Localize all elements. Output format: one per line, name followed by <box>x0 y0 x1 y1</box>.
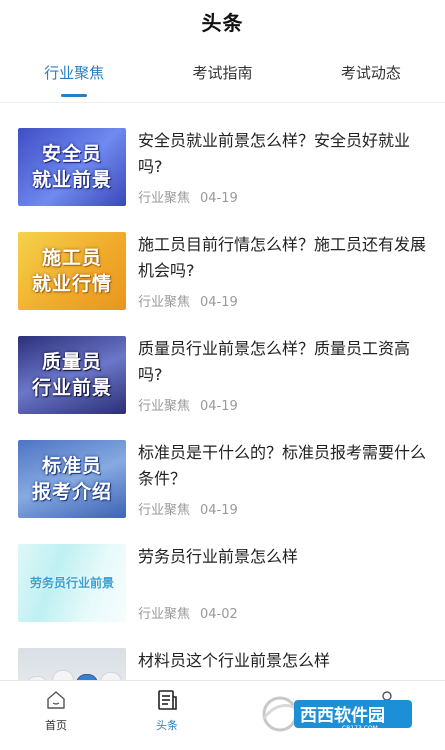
thumbnail-text: 劳务员行业前景 <box>29 576 114 590</box>
article-meta: 行业聚焦 04-19 <box>138 187 248 206</box>
article-item[interactable]: 安全员 就业前景 安全员就业前景怎么样？安全员好就业吗? 行业聚焦 04-19 <box>0 103 445 207</box>
article-thumbnail: 标准员 报考介绍 <box>18 440 126 518</box>
article-date: 04-02 <box>200 607 238 622</box>
article-category: 行业聚焦 <box>138 607 191 622</box>
news-icon <box>158 690 177 710</box>
nav-news[interactable]: 头条 <box>132 689 202 733</box>
article-thumbnail: 安全员 就业前景 <box>18 128 126 206</box>
nav-home[interactable]: 首页 <box>21 689 91 733</box>
article-thumbnail-workers <box>18 648 126 680</box>
article-title: 安全员就业前景怎么样？安全员好就业吗? <box>138 131 411 176</box>
hard-hat-icon <box>52 670 74 680</box>
article-date: 04-19 <box>200 295 238 310</box>
article-item[interactable]: 施工员 就业行情 施工员目前行情怎么样？施工员还有发展机会吗? 行业聚焦 04-1… <box>0 207 445 311</box>
article-category: 行业聚焦 <box>138 399 191 414</box>
svg-text:西西软件园: 西西软件园 <box>300 705 385 726</box>
nav-news-label: 头条 <box>156 719 178 732</box>
article-date: 04-19 <box>200 399 238 414</box>
article-thumbnail: 质量员 行业前景 <box>18 336 126 414</box>
article-title: 材料员这个行业前景怎么样 <box>138 651 331 670</box>
article-meta: 行业聚焦 04-19 <box>138 499 248 518</box>
article-item[interactable]: 质量员 行业前景 质量员行业前景怎么样？质量员工资高吗? 行业聚焦 04-19 <box>0 311 445 415</box>
top-header: 头条 <box>0 0 445 46</box>
svg-text:CR173.COM: CR173.COM <box>342 725 378 732</box>
tab-industry-focus[interactable]: 行业聚焦 <box>0 56 148 102</box>
article-item[interactable]: 标准员 报考介绍 标准员是干什么的？标准员报考需要什么条件？ 行业聚焦 04-19 <box>0 415 445 519</box>
page-title: 头条 <box>201 11 244 35</box>
thumbnail-text: 施工员 <box>41 247 102 269</box>
thumbnail-text: 就业前景 <box>31 169 112 191</box>
article-meta: 行业聚焦 04-02 <box>138 603 248 622</box>
article-item[interactable]: 材料员这个行业前景怎么样 <box>0 623 445 680</box>
thumbnail-text: 行业前景 <box>31 377 112 399</box>
article-date: 04-19 <box>200 503 238 518</box>
article-meta: 行业聚焦 04-19 <box>138 291 248 310</box>
hard-hat-icon <box>100 672 122 680</box>
article-meta: 行业聚焦 04-19 <box>138 395 248 414</box>
thumbnail-text: 就业行情 <box>31 273 112 295</box>
thumbnail-text: 报考介绍 <box>31 481 112 503</box>
article-title: 劳务员行业前景怎么样 <box>138 547 299 566</box>
article-category: 行业聚焦 <box>138 295 191 310</box>
home-icon <box>47 691 65 709</box>
article-item[interactable]: 劳务员行业前景 劳务员行业前景怎么样 行业聚焦 04-02 <box>0 519 445 623</box>
article-thumbnail: 施工员 就业行情 <box>18 232 126 310</box>
article-list: 安全员 就业前景 安全员就业前景怎么样？安全员好就业吗? 行业聚焦 04-19 施… <box>0 103 445 680</box>
article-category: 行业聚焦 <box>138 191 191 206</box>
thumbnail-text: 质量员 <box>41 351 102 373</box>
site-watermark-logo: 西西软件园 CR173.COM <box>262 696 412 732</box>
article-title: 质量员行业前景怎么样？质量员工资高吗? <box>138 339 411 384</box>
article-category: 行业聚焦 <box>138 503 191 518</box>
article-title: 施工员目前行情怎么样？施工员还有发展机会吗? <box>138 235 427 280</box>
nav-home-label: 首页 <box>45 719 67 732</box>
article-title: 标准员是干什么的？标准员报考需要什么条件？ <box>138 443 427 488</box>
article-thumbnail: 劳务员行业前景 <box>18 544 126 622</box>
tab-exam-news[interactable]: 考试动态 <box>297 56 445 102</box>
article-date: 04-19 <box>200 191 238 206</box>
tab-exam-guide[interactable]: 考试指南 <box>148 56 296 102</box>
thumbnail-text: 安全员 <box>41 143 102 165</box>
thumbnail-text: 标准员 <box>41 455 102 477</box>
category-tabs: 行业聚焦 考试指南 考试动态 <box>0 56 445 102</box>
